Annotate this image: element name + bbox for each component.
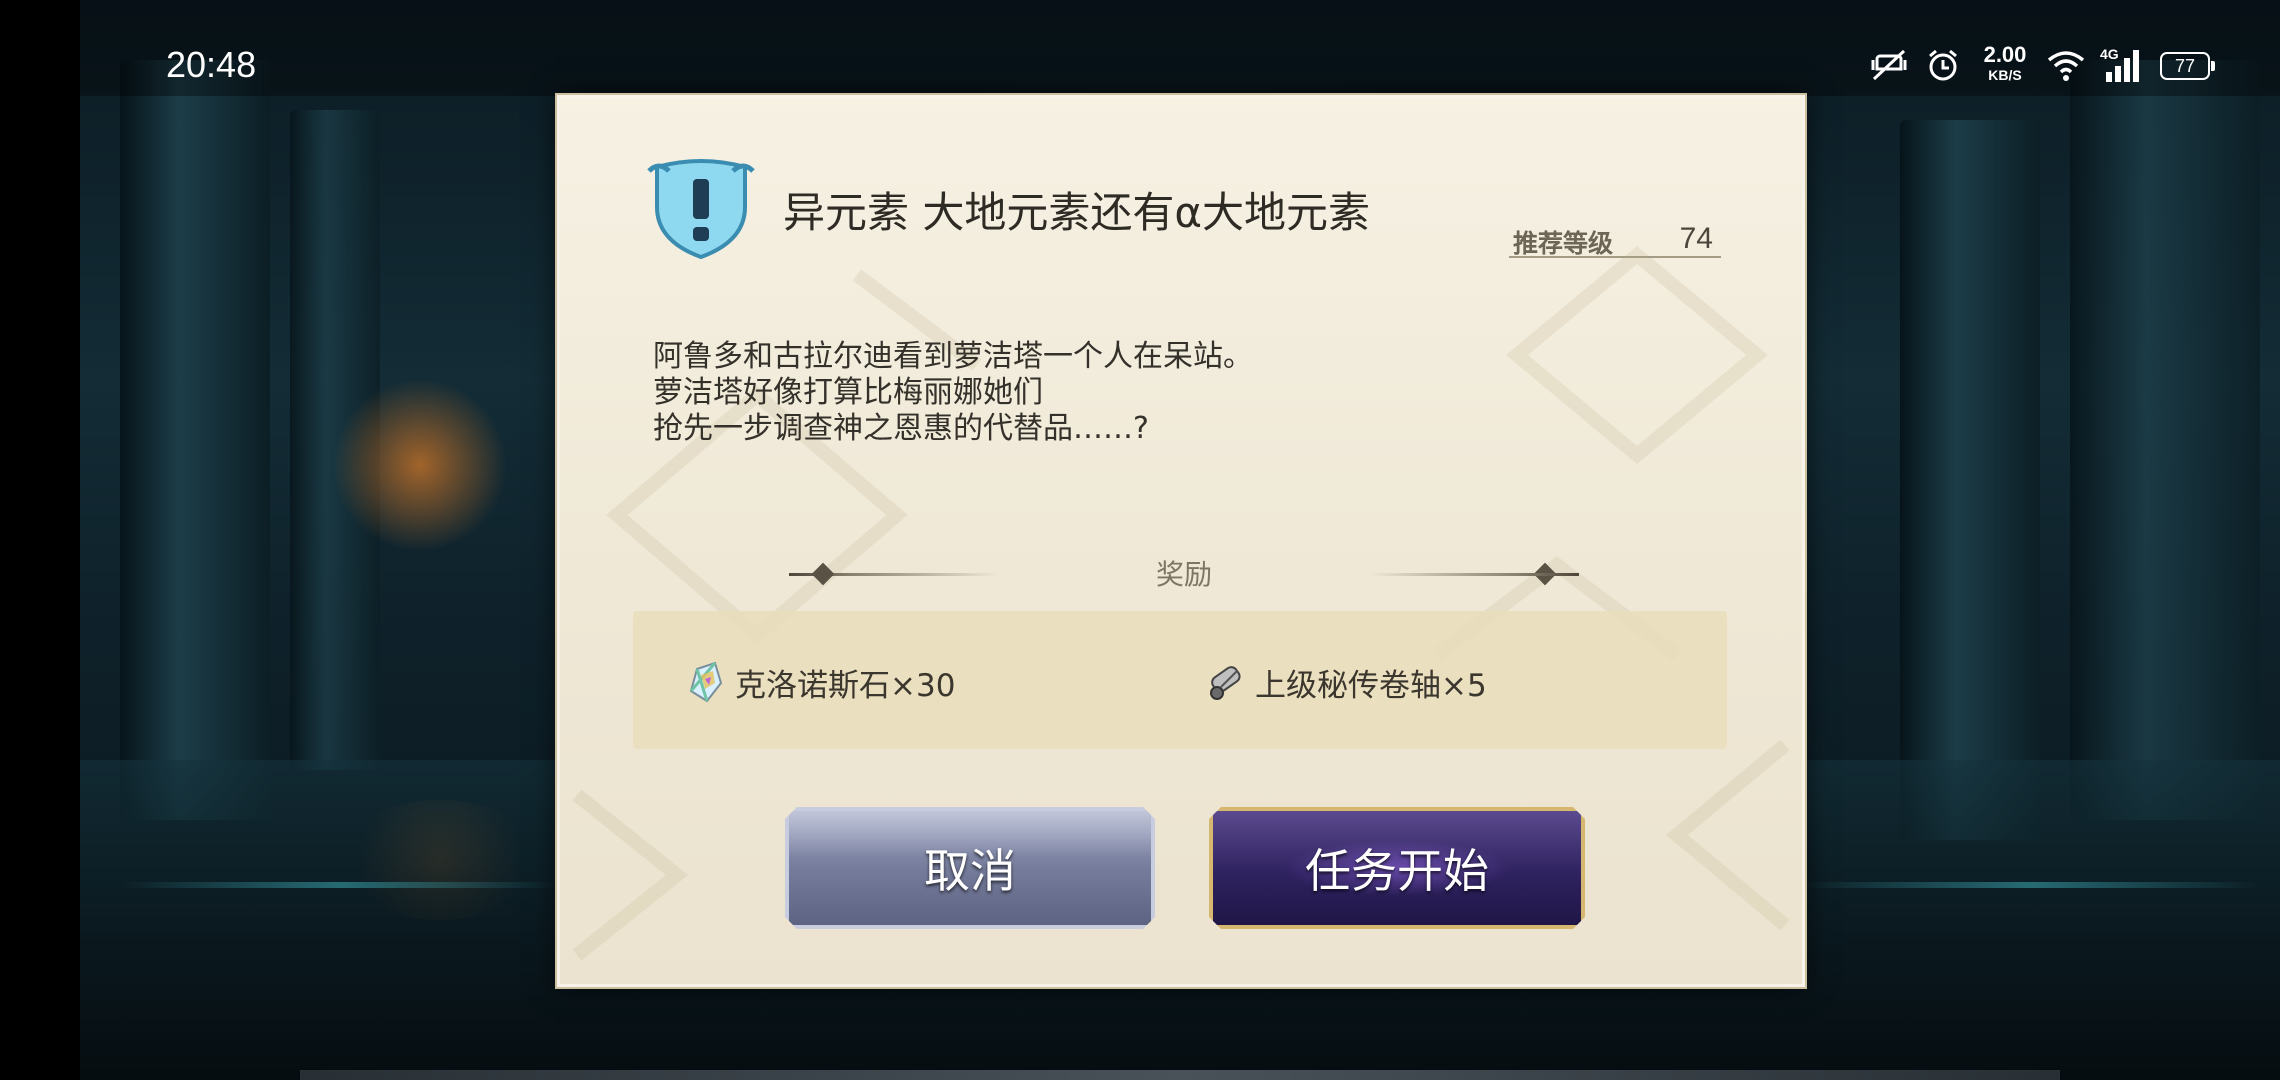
bottom-gesture-bar — [300, 1070, 2060, 1080]
quest-dialog: 异元素 大地元素还有α大地元素 推荐等级 74 阿鲁多和古拉尔迪看到萝洁塔一个人… — [555, 93, 1807, 989]
wifi-icon — [2046, 48, 2086, 88]
cancel-button[interactable]: 取消 — [785, 807, 1155, 929]
recommended-level-label: 推荐等级 — [1513, 229, 1614, 258]
description-line: 萝洁塔好像打算比梅丽娜她们 — [653, 375, 1043, 410]
cancel-button-label: 取消 — [924, 844, 1016, 898]
description-line: 抢先一步调查神之恩惠的代替品……? — [653, 411, 1149, 446]
network-speed-unit: KB/S — [1988, 67, 2022, 83]
quest-alert-icon — [647, 159, 755, 260]
reward-name: 上级秘传卷轴×5 — [1255, 667, 1487, 704]
start-quest-button[interactable]: 任务开始 — [1209, 807, 1585, 929]
reward-list: 克洛诺斯石×30 上级秘传卷轴×5 — [633, 611, 1727, 749]
divider-line-right — [1369, 573, 1579, 576]
screen-left-edge — [0, 0, 80, 1080]
quest-title: 异元素 大地元素还有α大地元素 — [783, 188, 1371, 237]
recommended-level-value: 74 — [1679, 222, 1713, 255]
reward-item-scroll[interactable]: 上级秘传卷轴×5 — [1207, 659, 1487, 705]
status-bar: 20:48 2.00 KB/S 4G 77 — [0, 0, 2280, 96]
reward-name: 克洛诺斯石×30 — [735, 667, 956, 704]
battery-icon: 77 — [2160, 52, 2215, 80]
status-clock: 20:48 — [166, 44, 257, 85]
vibrate-mute-icon — [1868, 48, 1910, 88]
chronos-stone-icon — [689, 661, 723, 703]
start-quest-button-label: 任务开始 — [1305, 844, 1489, 898]
description-line: 阿鲁多和古拉尔迪看到萝洁塔一个人在呆站。 — [653, 339, 1253, 374]
quest-description: 阿鲁多和古拉尔迪看到萝洁塔一个人在呆站。 萝洁塔好像打算比梅丽娜她们 抢先一步调… — [653, 339, 1253, 447]
recommended-level: 推荐等级 74 — [1509, 220, 1721, 258]
network-speed: 2.00 KB/S — [1972, 42, 2038, 83]
reward-divider: 奖励 — [789, 553, 1579, 597]
network-speed-value: 2.00 — [1983, 42, 2027, 67]
scroll-icon — [1210, 666, 1241, 700]
alarm-icon — [1926, 48, 1960, 88]
reward-item-chronos-stone[interactable]: 克洛诺斯石×30 — [687, 659, 955, 705]
cell-signal-icon: 4G — [2100, 46, 2140, 82]
